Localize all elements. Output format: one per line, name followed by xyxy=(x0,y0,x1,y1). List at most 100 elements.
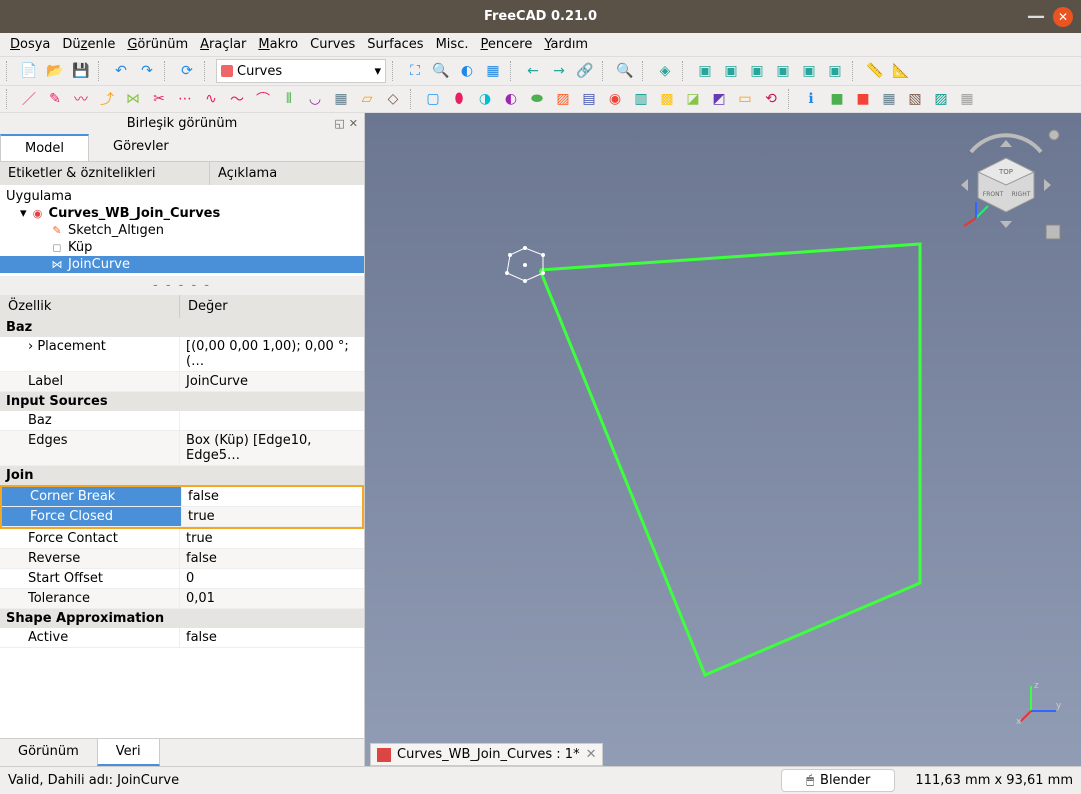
discretize-icon[interactable]: ⋯ xyxy=(174,88,196,110)
tab-veri[interactable]: Veri xyxy=(97,739,160,766)
tree-item-sketch[interactable]: ✎ Sketch_Altıgen xyxy=(0,222,364,239)
nav-back-icon[interactable]: ← xyxy=(522,60,544,82)
multiloft-icon[interactable]: ▩ xyxy=(656,88,678,110)
left-view-icon[interactable]: ▣ xyxy=(824,60,846,82)
group-input-sources[interactable]: Input Sources xyxy=(0,392,364,411)
menu-dosya[interactable]: Dosya xyxy=(10,37,50,52)
tree-item-cube[interactable]: ◻ Küp xyxy=(0,239,364,256)
menu-makro[interactable]: Makro xyxy=(258,37,298,52)
prop-reverse[interactable]: Reverse false xyxy=(0,549,364,569)
tab-tasks[interactable]: Görevler xyxy=(89,134,193,161)
chevron-down-icon[interactable]: ▾ xyxy=(20,206,27,221)
tab-gorunum[interactable]: Görünüm xyxy=(0,739,97,766)
document-tab[interactable]: Curves_WB_Join_Curves : 1* ✕ xyxy=(370,743,603,766)
curve-on-surface-icon[interactable]: ◡ xyxy=(304,88,326,110)
bottom-view-icon[interactable]: ▣ xyxy=(798,60,820,82)
bbox-icon[interactable]: ▦ xyxy=(482,60,504,82)
prop-active[interactable]: Active false xyxy=(0,628,364,648)
tree-item-joincurve[interactable]: ⋈ JoinCurve xyxy=(0,256,364,273)
group-join[interactable]: Join xyxy=(0,466,364,485)
minimize-button[interactable]: — xyxy=(1027,6,1045,27)
objects-to-console-icon[interactable]: ▧ xyxy=(904,88,926,110)
redo-icon[interactable]: ↷ xyxy=(136,60,158,82)
splitter[interactable]: - - - - - xyxy=(0,276,364,295)
menu-surfaces[interactable]: Surfaces xyxy=(367,37,423,52)
menu-yardim[interactable]: Yardım xyxy=(544,37,588,52)
prop-tolerance[interactable]: Tolerance 0,01 xyxy=(0,589,364,609)
pipeshell-profile-icon[interactable]: ◐ xyxy=(500,88,522,110)
curve-edit-icon[interactable]: ✎ xyxy=(44,88,66,110)
line-tool-icon[interactable]: ／ xyxy=(18,88,40,110)
prop-edges[interactable]: Edges Box (Küp) [Edge10, Edge5… xyxy=(0,431,364,466)
fit-selection-icon[interactable]: 🔍 xyxy=(430,60,452,82)
interpolate-icon[interactable]: 〜 xyxy=(226,88,248,110)
prop-corner-break[interactable]: Corner Break false xyxy=(2,487,362,507)
draw-style-icon[interactable]: ◐ xyxy=(456,60,478,82)
segment-surface-icon[interactable]: ▤ xyxy=(578,88,600,110)
iso-view-icon[interactable]: ◈ xyxy=(654,60,676,82)
group-baz[interactable]: Baz xyxy=(0,318,364,337)
close-tab-icon[interactable]: ✕ xyxy=(586,747,597,762)
solid-icon[interactable]: ■ xyxy=(826,88,848,110)
measure2-icon[interactable]: 📐 xyxy=(890,60,912,82)
join-curves-icon[interactable]: ⋈ xyxy=(122,88,144,110)
extend-curve-icon[interactable]: ⤴ xyxy=(96,88,118,110)
workbench-selector[interactable]: Curves ▾ xyxy=(216,59,386,83)
blend-curve-icon[interactable]: ⌒ xyxy=(252,88,274,110)
prop-baz2[interactable]: Baz xyxy=(0,411,364,431)
blendsurf-icon[interactable]: ◪ xyxy=(682,88,704,110)
tab-model[interactable]: Model xyxy=(0,134,89,161)
blendsolid-icon[interactable]: ◩ xyxy=(708,88,730,110)
open-file-icon[interactable]: 📂 xyxy=(44,60,66,82)
3d-view[interactable]: TOP FRONT RIGHT xyxy=(365,113,1081,766)
navigation-style-button[interactable]: 🖱 Blender xyxy=(781,769,895,792)
refresh-icon[interactable]: ⟳ xyxy=(176,60,198,82)
property-editor[interactable]: Baz › Placement [(0,00 0,00 1,00); 0,00 … xyxy=(0,318,364,738)
menu-araclar[interactable]: Araçlar xyxy=(200,37,246,52)
sketch-on-surface-icon[interactable]: ▢ xyxy=(422,88,444,110)
zoom-icon[interactable]: 🔍 xyxy=(614,60,636,82)
menu-duzenle[interactable]: Düzenle xyxy=(62,37,115,52)
adjacent-faces-icon[interactable]: ▨ xyxy=(930,88,952,110)
trim-face-icon[interactable]: ▱ xyxy=(356,88,378,110)
prop-label[interactable]: Label JoinCurve xyxy=(0,372,364,392)
link-icon[interactable]: 🔗 xyxy=(574,60,596,82)
measure-icon[interactable]: 📏 xyxy=(864,60,886,82)
zebra-tool-icon[interactable]: ▦ xyxy=(330,88,352,110)
flatten-face-icon[interactable]: ▭ xyxy=(734,88,756,110)
compression-spring-icon[interactable]: ◉ xyxy=(604,88,626,110)
pipeshell-icon[interactable]: ⬬ xyxy=(526,88,548,110)
bspline-to-console-icon[interactable]: ▦ xyxy=(956,88,978,110)
menu-gorunum[interactable]: Görünüm xyxy=(127,37,188,52)
prop-placement[interactable]: › Placement [(0,00 0,00 1,00); 0,00 °; (… xyxy=(0,337,364,372)
rear-view-icon[interactable]: ▣ xyxy=(772,60,794,82)
navigation-cube[interactable]: TOP FRONT RIGHT xyxy=(946,125,1066,245)
tree-view[interactable]: Uygulama ▾ ◉ Curves_WB_Join_Curves ✎ Ske… xyxy=(0,185,364,276)
nav-forward-icon[interactable]: → xyxy=(548,60,570,82)
group-shape-approx[interactable]: Shape Approximation xyxy=(0,609,364,628)
right-view-icon[interactable]: ▣ xyxy=(746,60,768,82)
panel-close-icon[interactable]: ✕ xyxy=(349,117,358,130)
mixed-curve-icon[interactable]: 〰 xyxy=(70,88,92,110)
panel-float-icon[interactable]: ◱ xyxy=(334,117,344,130)
menu-curves[interactable]: Curves xyxy=(310,37,355,52)
info-icon[interactable]: ℹ xyxy=(800,88,822,110)
menu-pencere[interactable]: Pencere xyxy=(480,37,532,52)
new-file-icon[interactable]: 📄 xyxy=(18,60,40,82)
solid2-icon[interactable]: ■ xyxy=(852,88,874,110)
approximate-icon[interactable]: ∿ xyxy=(200,88,222,110)
profile-support-icon[interactable]: ◑ xyxy=(474,88,496,110)
top-view-icon[interactable]: ▣ xyxy=(720,60,742,82)
menu-misc[interactable]: Misc. xyxy=(436,37,469,52)
prop-start-offset[interactable]: Start Offset 0 xyxy=(0,569,364,589)
comb-plot-icon[interactable]: ⫴ xyxy=(278,88,300,110)
prop-force-contact[interactable]: Force Contact true xyxy=(0,529,364,549)
isosurface-icon[interactable]: ◇ xyxy=(382,88,404,110)
front-view-icon[interactable]: ▣ xyxy=(694,60,716,82)
save-file-icon[interactable]: 💾 xyxy=(70,60,92,82)
prop-force-closed[interactable]: Force Closed true xyxy=(2,507,362,527)
paste-svg-icon[interactable]: ▦ xyxy=(878,88,900,110)
gordon-surface-icon[interactable]: ▨ xyxy=(552,88,574,110)
split-curve-icon[interactable]: ✂ xyxy=(148,88,170,110)
close-button[interactable]: ✕ xyxy=(1053,7,1073,27)
